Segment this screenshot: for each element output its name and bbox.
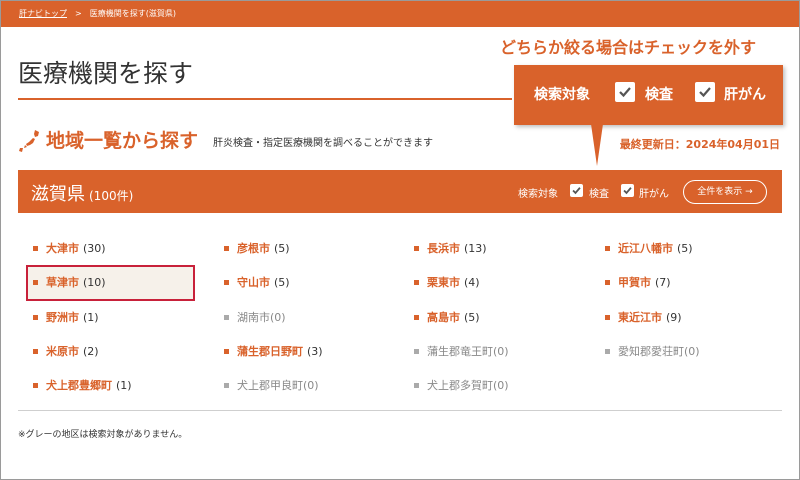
city-link[interactable]: 栗東市 (4) [414,275,480,291]
bullet-icon [414,382,419,388]
page-title: 医療機関を探す [18,59,194,88]
breadcrumb-home-link[interactable]: 肝ナビトップ [19,9,67,18]
breadcrumb-current: 医療機関を探す(滋賀県) [89,9,176,18]
breadcrumb-separator: > [75,9,82,18]
breadcrumb-bar: 肝ナビトップ > 医療機関を探す(滋賀県) [1,1,799,27]
breadcrumb: 肝ナビトップ > 医療機関を探す(滋賀県) [19,1,176,27]
annotation-callout: 検索対象 検査 肝がん [514,65,783,125]
bullet-icon [414,245,419,251]
bullet-icon [605,348,610,354]
bullet-icon [224,245,229,251]
city-link[interactable]: 草津市 (10) [33,275,106,291]
callout-option-kangan: 肝がん [724,87,766,103]
bullet-icon [414,314,419,320]
annotation-text: どちらか絞る場合はチェックを外す [500,38,757,57]
callout-label: 検索対象 [534,87,590,103]
city-item-inactive: 愛知郡愛荘町(0) [605,344,700,360]
bullet-icon [414,279,419,285]
bullet-icon [33,382,38,388]
city-link[interactable]: 野洲市 (1) [33,310,99,326]
bullet-icon [605,245,610,251]
prefecture-name-text: 滋賀県 [31,184,85,205]
bullet-icon [414,348,419,354]
divider [18,410,782,411]
bullet-icon [605,279,610,285]
city-item-inactive: 犬上郡甲良町(0) [224,378,319,394]
filter-option-kangan[interactable]: 肝がん [639,185,669,200]
city-link[interactable]: 犬上郡豊郷町 (1) [33,378,132,394]
city-item-inactive: 蒲生郡竜王町(0) [414,344,509,360]
bullet-icon [605,314,610,320]
check-icon [572,187,581,195]
check-icon [699,87,711,98]
japan-map-icon [19,130,39,152]
callout-option-kensa: 検査 [645,87,673,103]
bullet-icon [224,348,229,354]
city-link[interactable]: 長浜市 (13) [414,241,487,257]
city-link[interactable]: 大津市 (30) [33,241,106,257]
check-icon [623,187,632,195]
bullet-icon [224,279,229,285]
bullet-icon [33,279,38,285]
city-link[interactable]: 高島市 (5) [414,310,480,326]
callout-checkbox-kensa [615,82,635,102]
city-link[interactable]: 守山市 (5) [224,275,290,291]
filter-checkbox-kensa[interactable] [570,184,583,197]
bullet-icon [33,314,38,320]
city-link[interactable]: 蒲生郡日野町 (3) [224,344,323,360]
footnote: ※グレーの地区は検索対象がありません。 [18,430,188,440]
filter-option-kensa[interactable]: 検査 [589,185,609,200]
city-link[interactable]: 米原市 (2) [33,344,99,360]
prefecture-name: 滋賀県 (100件) [31,180,133,206]
city-link[interactable]: 甲賀市 (7) [605,275,671,291]
last-updated: 最終更新日：2024年04月01日 [619,138,780,151]
prefecture-header: 滋賀県 (100件) 検索対象 検査 肝がん 全件を表示 → [18,170,782,213]
city-link[interactable]: 東近江市 (9) [605,310,682,326]
city-item-inactive: 犬上郡多賀町(0) [414,378,509,394]
city-list: 大津市 (30) 彦根市 (5) 長浜市 (13) 近江八幡市 (5) 草津市 (10) … [18,232,782,402]
bullet-icon [224,382,229,388]
city-item-inactive: 湖南市(0) [224,310,286,326]
show-all-button[interactable]: 全件を表示 → [683,180,767,204]
city-link[interactable]: 彦根市 (5) [224,241,290,257]
title-underline [18,98,512,100]
callout-checkbox-kangan [695,82,715,102]
bullet-icon [33,245,38,251]
bullet-icon [224,314,229,320]
filter-checkbox-kangan[interactable] [621,184,634,197]
region-description: 肝炎検査・指定医療機関を調べることができます [213,138,433,149]
prefecture-count: (100件) [89,189,134,203]
check-icon [619,87,631,98]
city-link[interactable]: 近江八幡市 (5) [605,241,693,257]
callout-pointer [591,124,603,166]
bullet-icon [33,348,38,354]
filter-label: 検索対象 [518,189,558,200]
region-title: 地域一覧から探す [46,130,199,152]
